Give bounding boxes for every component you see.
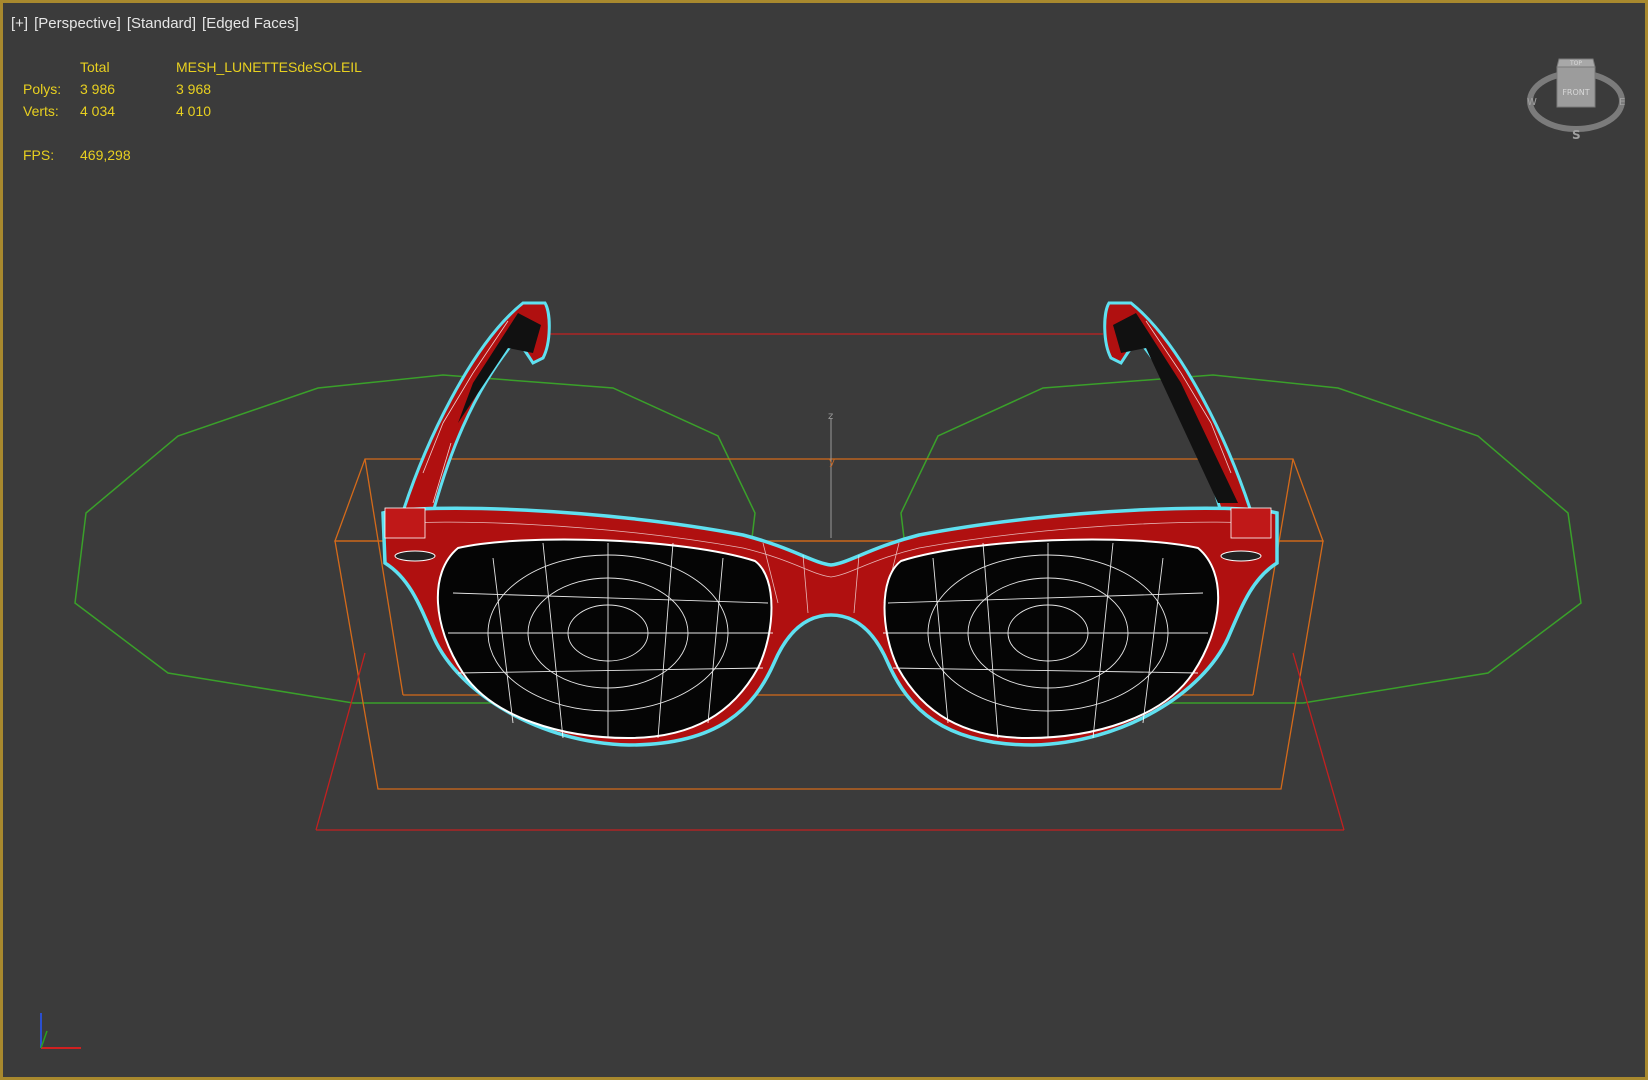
svg-text:z: z [828, 411, 833, 422]
viewport-display-mode-menu[interactable]: [Edged Faces] [202, 15, 299, 32]
viewport-plus-menu[interactable]: [+] [11, 15, 28, 32]
stats-object-header: MESH_LUNETTESdeSOLEIL [176, 59, 362, 75]
perspective-viewport[interactable]: z y [+] [Perspective] [Standard] [Edged … [0, 0, 1648, 1080]
viewcube-front-label: FRONT [1562, 88, 1589, 97]
left-lens[interactable] [436, 538, 773, 740]
stats-verts-total: 4 034 [80, 103, 116, 119]
right-lens[interactable] [883, 538, 1220, 740]
stats-fps-label: FPS: [23, 147, 55, 163]
stats-polys-object: 3 968 [176, 81, 212, 97]
right-temple-arm[interactable] [1103, 301, 1260, 533]
stats-verts-label: Verts: [23, 103, 59, 119]
viewport-view-menu[interactable]: [Perspective] [34, 15, 121, 32]
viewcube-top-label: TOP [1569, 60, 1582, 67]
stats-verts-object: 4 010 [176, 103, 212, 119]
svg-text:y: y [829, 457, 835, 468]
viewport-shading-preset-menu[interactable]: [Standard] [127, 15, 196, 32]
viewcube-front-face[interactable] [1556, 66, 1596, 108]
viewcube[interactable]: TOP FRONT W E S [1521, 53, 1631, 153]
viewcube-south-label[interactable]: S [1572, 128, 1581, 142]
stats-polys-label: Polys: [23, 81, 62, 97]
viewcube-west-label[interactable]: W [1527, 97, 1537, 108]
axis-tripod-icon [40, 1013, 81, 1049]
viewport-label-menu: [+] [Perspective] [Standard] [Edged Faces] [11, 15, 305, 32]
scene-canvas[interactable]: z y [3, 3, 1648, 1080]
stats-fps-value: 469,298 [80, 147, 131, 163]
viewcube-east-label[interactable]: E [1619, 97, 1625, 108]
stats-polys-total: 3 986 [80, 81, 116, 97]
left-temple-arm[interactable] [394, 301, 551, 533]
stats-total-header: Total [80, 59, 110, 75]
pivot-gizmo[interactable]: z y [828, 411, 835, 538]
